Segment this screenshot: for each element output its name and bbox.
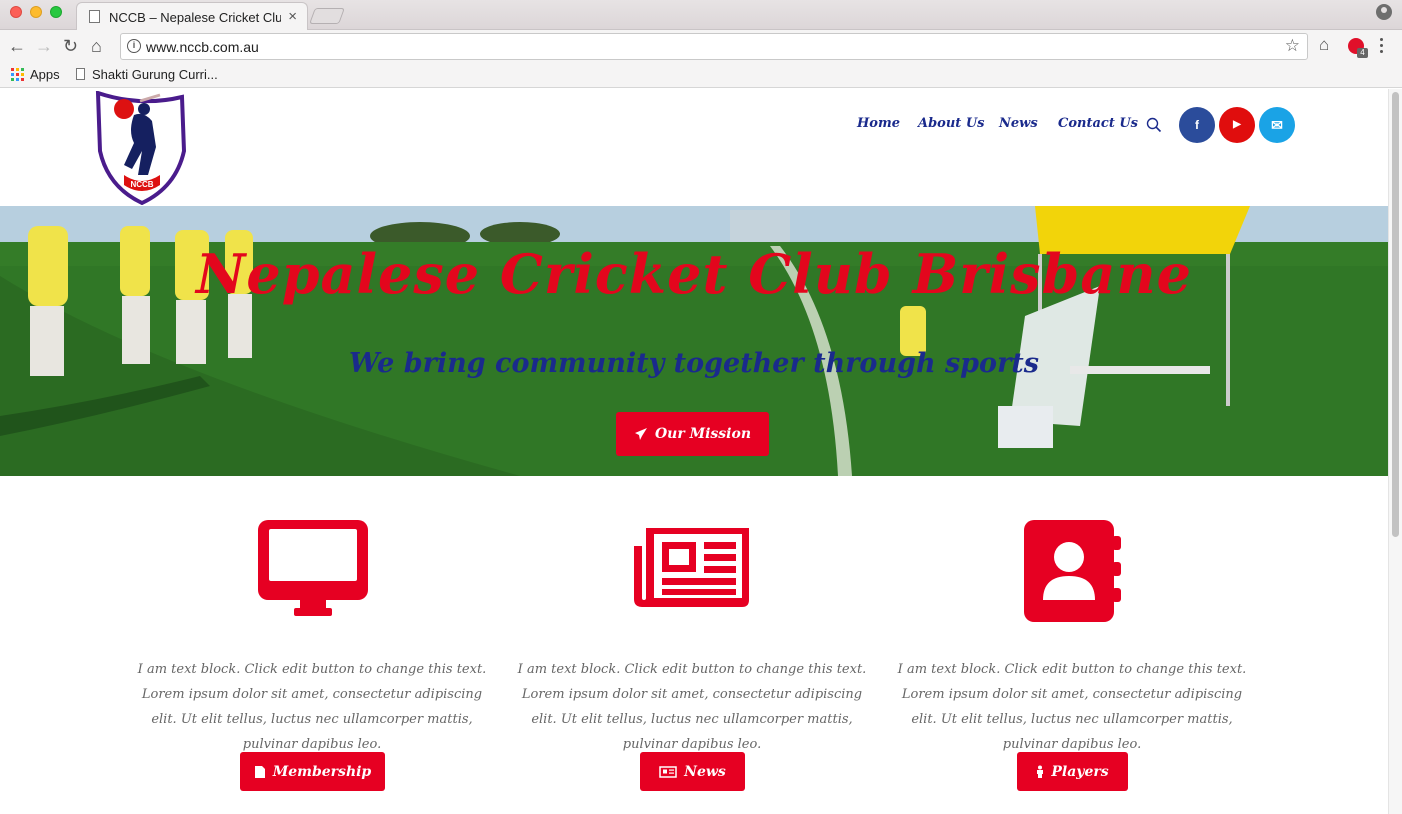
- tab-title: NCCB – Nepalese Cricket Club: [109, 10, 281, 25]
- apps-grid-icon[interactable]: [11, 68, 24, 81]
- nav-news[interactable]: News: [999, 116, 1038, 131]
- bookmark-item[interactable]: Shakti Gurung Curri...: [92, 67, 218, 82]
- home-icon[interactable]: ⌂: [91, 36, 102, 56]
- profile-icon[interactable]: [1376, 4, 1392, 20]
- browser-toolbar: ← → ↻ ⌂ i www.nccb.com.au ☆ ⌂ 4: [0, 30, 1402, 63]
- paper-plane-icon: [634, 428, 647, 440]
- cricket-logo-icon: NCCB: [95, 90, 187, 206]
- search-icon[interactable]: [1146, 117, 1162, 133]
- news-button[interactable]: News: [640, 752, 745, 791]
- players-label: Players: [1051, 763, 1109, 780]
- address-bar[interactable]: i www.nccb.com.au ☆: [120, 33, 1308, 60]
- site-info-icon[interactable]: i: [127, 39, 141, 53]
- youtube-icon[interactable]: ▶: [1219, 107, 1255, 143]
- new-tab-button[interactable]: [309, 8, 345, 24]
- minimize-window-button[interactable]: [30, 6, 42, 18]
- site-logo[interactable]: NCCB: [94, 90, 187, 206]
- bookmark-apps[interactable]: Apps: [30, 67, 60, 82]
- feature-text-membership: I am text block. Click edit button to ch…: [137, 662, 487, 752]
- nav-home[interactable]: Home: [857, 116, 900, 131]
- maximize-window-button[interactable]: [50, 6, 62, 18]
- browser-tab-active[interactable]: NCCB – Nepalese Cricket Club ×: [76, 2, 308, 31]
- reload-icon[interactable]: ↻: [63, 36, 78, 56]
- bookmarks-bar: Apps Shakti Gurung Curri...: [0, 63, 1402, 88]
- page-favicon-icon: [89, 10, 100, 23]
- nav-about-us[interactable]: About Us: [918, 116, 985, 131]
- our-mission-button[interactable]: Our Mission: [616, 412, 769, 456]
- bookmark-star-icon[interactable]: ☆: [1285, 36, 1300, 56]
- hero-subtitle: We bring community together through spor…: [349, 348, 1039, 379]
- email-icon[interactable]: ✉: [1259, 107, 1295, 143]
- newspaper-icon: [634, 528, 749, 607]
- page-viewport: NCCB Home About Us News Contact Us f ▶ ✉: [0, 89, 1388, 814]
- membership-label: Membership: [272, 763, 372, 780]
- hero-banner: Nepalese Cricket Club Brisbane We bring …: [0, 206, 1388, 476]
- players-button[interactable]: Players: [1017, 752, 1128, 791]
- news-label: News: [684, 763, 726, 780]
- bookmark-document-icon: [76, 68, 85, 80]
- nav-contact-us[interactable]: Contact Us: [1058, 116, 1138, 131]
- hero-title: Nepalese Cricket Club Brisbane: [196, 242, 1192, 306]
- page-scrollbar[interactable]: [1388, 89, 1402, 814]
- feature-text-news: I am text block. Click edit button to ch…: [517, 662, 867, 752]
- membership-button[interactable]: Membership: [240, 752, 385, 791]
- person-icon: [1037, 765, 1044, 778]
- document-icon: [254, 765, 265, 778]
- logo-text: NCCB: [130, 180, 153, 189]
- scrollbar-thumb[interactable]: [1392, 92, 1399, 537]
- facebook-icon[interactable]: f: [1179, 107, 1215, 143]
- back-arrow-icon[interactable]: ←: [8, 36, 26, 56]
- desktop-icon: [258, 520, 368, 616]
- our-mission-label: Our Mission: [654, 426, 752, 442]
- tab-close-icon[interactable]: ×: [288, 8, 297, 25]
- home-extension-icon[interactable]: ⌂: [1319, 35, 1329, 55]
- forward-arrow-icon[interactable]: →: [35, 36, 53, 56]
- feature-text-players: I am text block. Click edit button to ch…: [897, 662, 1247, 752]
- newspaper-small-icon: [659, 765, 677, 778]
- browser-menu-icon[interactable]: [1380, 38, 1384, 54]
- url-text: www.nccb.com.au: [146, 39, 259, 55]
- close-window-button[interactable]: [10, 6, 22, 18]
- browser-tab-bar: NCCB – Nepalese Cricket Club ×: [0, 0, 1402, 31]
- extension-badge: 4: [1357, 48, 1368, 58]
- address-book-icon: [1024, 520, 1121, 622]
